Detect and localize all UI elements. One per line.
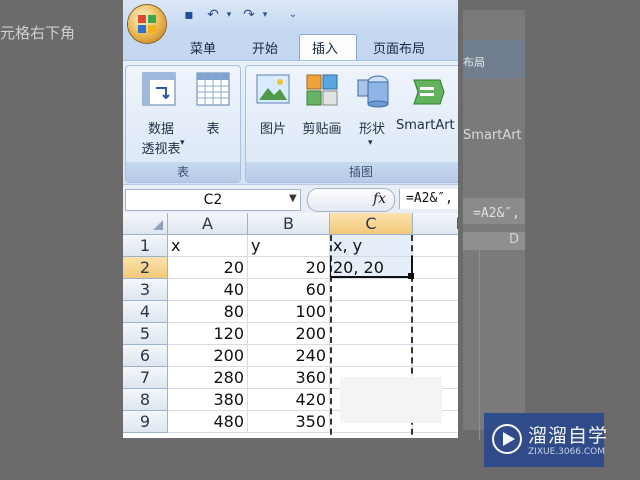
cell-d1[interactable] <box>413 235 458 257</box>
name-box[interactable]: C2 <box>125 189 301 211</box>
office-logo-icon <box>138 15 156 33</box>
row-header-7[interactable]: 7 <box>123 367 168 389</box>
cell-a5[interactable]: 120 <box>168 323 248 345</box>
picture-label: 图片 <box>259 122 286 137</box>
cell-a8[interactable]: 380 <box>168 389 248 411</box>
name-box-dropdown-icon[interactable]: ▼ <box>289 189 297 209</box>
ghost-formula-text: =A2&″, <box>473 206 520 221</box>
select-all-triangle-icon <box>153 220 163 230</box>
cell-a7[interactable]: 280 <box>168 367 248 389</box>
ghost-gridline <box>479 250 480 440</box>
column-header-b[interactable]: B <box>248 213 330 235</box>
cell-b8[interactable]: 420 <box>248 389 330 411</box>
ribbon: 数据 透视表 ▾ 表 表 图片 剪贴画 形状 ▾ SmartArt 插图 <box>123 60 458 185</box>
pivot-dropdown-icon[interactable]: ▾ <box>180 138 185 148</box>
cell-a9[interactable]: 480 <box>168 411 248 433</box>
pivot-table-label-line1: 数据 <box>147 122 174 137</box>
row-header-8[interactable]: 8 <box>123 389 168 411</box>
redo-dropdown-icon[interactable]: ▾ <box>257 7 273 23</box>
cell-c6[interactable] <box>330 345 413 367</box>
pivot-table-icon[interactable] <box>142 72 176 110</box>
row-header-2[interactable]: 2 <box>123 257 168 279</box>
cell-b6[interactable]: 240 <box>248 345 330 367</box>
shapes-label: 形状 <box>358 122 385 137</box>
row-header-4[interactable]: 4 <box>123 301 168 323</box>
redo-icon[interactable]: ↷ <box>241 7 257 23</box>
cell-c3[interactable] <box>330 279 413 301</box>
row-header-1[interactable]: 1 <box>123 235 168 257</box>
undo-icon[interactable]: ↶ <box>205 7 221 23</box>
column-header-d[interactable]: D <box>413 213 458 235</box>
table-group-label: 表 <box>126 162 240 182</box>
ribbon-tab-bar: 菜单 开始 插入 页面布局 <box>123 32 458 63</box>
ribbon-group-table: 数据 透视表 ▾ 表 表 <box>125 65 241 183</box>
ghost-smartart-label: SmartArt <box>463 128 522 143</box>
clipart-label: 剪贴画 <box>302 122 342 137</box>
watermark-badge: 溜溜自学 ZIXUE.3066.COM <box>484 413 607 467</box>
cell-c2[interactable]: 20, 20 <box>330 257 413 279</box>
formula-bar: C2 ▼ fx =A2&″, <box>123 184 458 214</box>
cell-d5[interactable] <box>413 323 458 345</box>
table-label: 表 <box>206 122 220 137</box>
cell-b7[interactable]: 360 <box>248 367 330 389</box>
cell-c1[interactable]: x, y <box>330 235 413 257</box>
ribbon-group-illustrations: 图片 剪贴画 形状 ▾ SmartArt 插图 <box>245 65 458 183</box>
watermark-url: ZIXUE.3066.COM <box>528 447 606 457</box>
cell-a6[interactable]: 200 <box>168 345 248 367</box>
cell-a1[interactable]: x <box>168 235 248 257</box>
cell-a2[interactable]: 20 <box>168 257 248 279</box>
clipart-icon[interactable] <box>306 74 338 110</box>
cell-b2[interactable]: 20 <box>248 257 330 279</box>
row-header-3[interactable]: 3 <box>123 279 168 301</box>
quick-access-toolbar: ▪ ↶ ▾ ↷ ▾ ⌄ <box>173 5 423 25</box>
blurred-overlay <box>340 377 442 423</box>
office-button[interactable] <box>128 5 166 43</box>
cell-d3[interactable] <box>413 279 458 301</box>
save-icon[interactable]: ▪ <box>181 7 197 23</box>
tab-insert[interactable]: 插入 <box>312 38 338 57</box>
smartart-icon[interactable] <box>410 78 446 110</box>
cell-a3[interactable]: 40 <box>168 279 248 301</box>
table-icon[interactable] <box>196 72 230 110</box>
watermark-title: 溜溜自学 <box>528 425 609 447</box>
cell-c4[interactable] <box>330 301 413 323</box>
formula-input[interactable]: =A2&″, <box>399 189 458 209</box>
ghost-column-header: D <box>463 232 525 250</box>
cell-b3[interactable]: 60 <box>248 279 330 301</box>
tab-page-layout[interactable]: 页面布局 <box>373 38 425 57</box>
cell-c5[interactable] <box>330 323 413 345</box>
background-ghost-window: 布局 SmartArt =A2&″, D <box>463 10 525 440</box>
cell-b5[interactable]: 200 <box>248 323 330 345</box>
cell-b1[interactable]: y <box>248 235 330 257</box>
undo-dropdown-icon[interactable]: ▾ <box>221 7 237 23</box>
customize-toolbar-icon[interactable]: ⌄ <box>285 7 301 23</box>
excel-window: 菜单 开始 插入 页面布局 ▪ ↶ ▾ ↷ ▾ ⌄ 数据 透视表 ▾ 表 表 图… <box>123 0 458 438</box>
select-all-corner[interactable] <box>123 213 168 235</box>
row-header-6[interactable]: 6 <box>123 345 168 367</box>
cell-d4[interactable] <box>413 301 458 323</box>
insert-function-icon[interactable]: fx <box>373 189 386 209</box>
column-header-c[interactable]: C <box>330 213 413 235</box>
background-caption: 元格右下角 <box>0 24 76 42</box>
tab-home[interactable]: 开始 <box>252 38 278 57</box>
cell-b4[interactable]: 100 <box>248 301 330 323</box>
tab-menu[interactable]: 菜单 <box>190 38 216 57</box>
cell-d6[interactable] <box>413 345 458 367</box>
cell-d2[interactable] <box>413 257 458 279</box>
fill-handle[interactable] <box>408 273 414 279</box>
ghost-tab-label: 布局 <box>463 56 485 69</box>
picture-icon[interactable] <box>256 74 290 108</box>
shapes-icon[interactable] <box>356 72 390 112</box>
row-header-5[interactable]: 5 <box>123 323 168 345</box>
illustrations-group-label: 插图 <box>246 162 458 182</box>
smartart-label: SmartArt <box>396 118 455 133</box>
column-header-a[interactable]: A <box>168 213 248 235</box>
worksheet-grid[interactable]: A B C D 1xyx, y2202020, 2034060480100512… <box>123 213 458 438</box>
cell-b9[interactable]: 350 <box>248 411 330 433</box>
shapes-dropdown-icon[interactable]: ▾ <box>368 138 373 148</box>
row-header-9[interactable]: 9 <box>123 411 168 433</box>
cell-a4[interactable]: 80 <box>168 301 248 323</box>
play-logo-icon <box>492 424 522 454</box>
